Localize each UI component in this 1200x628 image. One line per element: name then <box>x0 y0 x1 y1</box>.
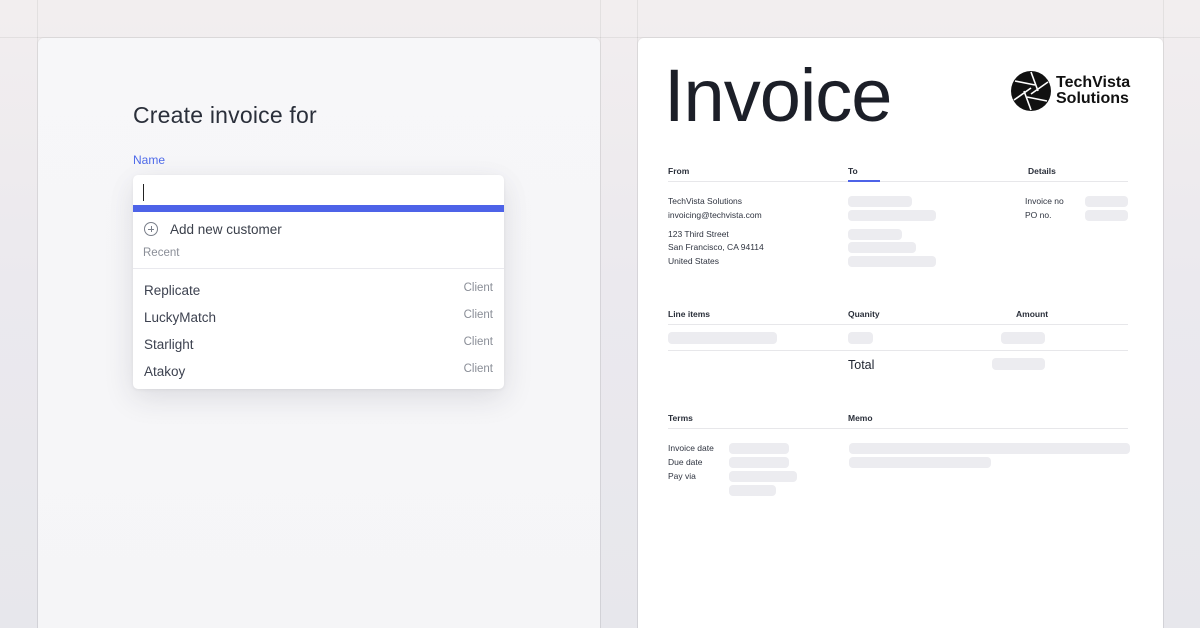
customer-option[interactable]: Starlight Client <box>133 331 504 358</box>
brand-line-1: TechVista <box>1056 74 1131 91</box>
input-focus-underline <box>133 205 504 212</box>
company-name: TechVista Solutions <box>1056 75 1130 107</box>
from-header: From <box>668 166 690 176</box>
customer-combobox: Add new customer Recent Replicate Client… <box>133 175 504 389</box>
divider <box>668 324 1128 325</box>
customer-list: Replicate Client LuckyMatch Client Starl… <box>133 269 504 389</box>
to-placeholder <box>848 256 936 267</box>
details-header: Details <box>1028 166 1056 176</box>
line-items-header: Line items <box>668 309 711 319</box>
customer-name: Replicate <box>144 283 201 298</box>
customer-option[interactable]: LuckyMatch Client <box>133 304 504 331</box>
create-invoice-panel: Create invoice for Name Add new customer… <box>38 38 600 628</box>
add-new-customer-label: Add new customer <box>170 221 282 237</box>
po-number-label: PO no. <box>1025 210 1052 220</box>
text-caret <box>143 184 144 201</box>
to-placeholder <box>848 210 936 221</box>
name-field-label: Name <box>133 153 166 167</box>
divider <box>668 181 1128 182</box>
quantity-header: Quanity <box>848 309 880 319</box>
customer-option[interactable]: Atakoy Client <box>133 358 504 385</box>
due-date-placeholder <box>729 457 789 468</box>
to-placeholder <box>848 196 912 207</box>
po-number-placeholder <box>1085 210 1128 221</box>
to-placeholder <box>848 229 902 240</box>
amount-header: Amount <box>1016 309 1049 319</box>
customer-name: Atakoy <box>144 364 186 379</box>
customer-type-tag: Client <box>463 335 493 348</box>
memo-placeholder <box>849 457 991 468</box>
customer-type-tag: Client <box>463 281 493 294</box>
total-label: Total <box>848 358 875 372</box>
line-item-placeholder <box>668 332 777 344</box>
invoice-number-placeholder <box>1085 196 1128 207</box>
company-logo: TechVista Solutions <box>1010 70 1130 112</box>
customer-name: Starlight <box>144 337 194 352</box>
to-placeholder <box>848 242 916 253</box>
page-title: Create invoice for <box>133 102 317 128</box>
from-company: TechVista Solutions <box>668 196 743 206</box>
customer-name-input[interactable] <box>133 175 504 205</box>
plus-circle-icon <box>144 222 158 236</box>
to-header: To <box>848 166 858 176</box>
bg-grid-line <box>600 0 601 628</box>
pay-via-placeholder <box>729 485 776 496</box>
memo-header: Memo <box>848 413 873 423</box>
terms-header: Terms <box>668 413 693 423</box>
brand-line-2: Solutions <box>1056 90 1129 107</box>
invoice-date-label: Invoice date <box>668 443 714 453</box>
from-city: San Francisco, CA 94114 <box>668 242 764 252</box>
invoice-preview: Invoice TechVista Solutions From To Deta… <box>638 38 1163 628</box>
customer-type-tag: Client <box>463 362 493 375</box>
from-street: 123 Third Street <box>668 229 729 239</box>
pay-via-label: Pay via <box>668 471 696 481</box>
quantity-placeholder <box>848 332 873 344</box>
to-section-active-indicator <box>848 180 880 182</box>
divider <box>668 428 1128 429</box>
customer-name: LuckyMatch <box>144 310 217 325</box>
memo-placeholder <box>849 443 1130 454</box>
aperture-logo-icon <box>1011 71 1051 111</box>
recent-section-label: Recent <box>143 247 180 259</box>
bg-grid-line <box>1163 0 1164 628</box>
add-new-customer-button[interactable]: Add new customer <box>133 212 504 246</box>
from-country: United States <box>668 256 720 266</box>
amount-placeholder <box>1001 332 1045 344</box>
invoice-number-label: Invoice no <box>1025 196 1064 206</box>
pay-via-placeholder <box>729 471 797 482</box>
divider <box>668 350 1128 351</box>
invoice-title: Invoice <box>664 54 892 137</box>
from-email: invoicing@techvista.com <box>668 210 762 220</box>
customer-option[interactable]: Replicate Client <box>133 277 504 304</box>
customer-type-tag: Client <box>463 308 493 321</box>
due-date-label: Due date <box>668 457 703 467</box>
total-placeholder <box>992 358 1045 370</box>
invoice-date-placeholder <box>729 443 789 454</box>
